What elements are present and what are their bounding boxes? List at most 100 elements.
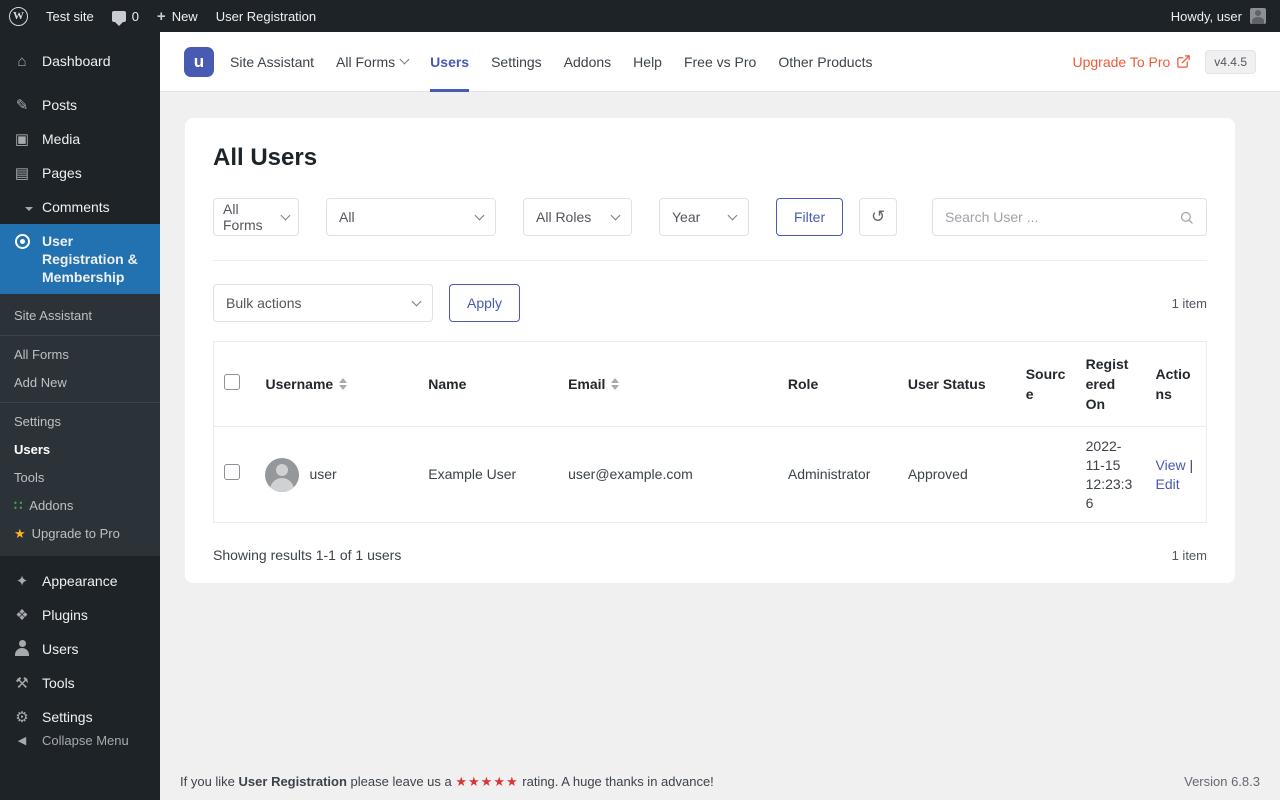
view-link[interactable]: View [1156, 457, 1186, 473]
edit-link[interactable]: Edit [1156, 476, 1180, 492]
reset-filters-button[interactable]: ↺ [859, 198, 898, 236]
sidebar-separator [0, 78, 160, 88]
submenu-site-assistant[interactable]: Site Assistant [0, 302, 160, 330]
column-header-email[interactable]: Email [558, 341, 778, 427]
admin-bar: W Test site 0 + New User Registration Ho… [0, 0, 1280, 32]
sidebar-item-comments[interactable]: Comments [0, 190, 160, 224]
adminbar-avatar[interactable] [1250, 8, 1266, 24]
new-content-menu[interactable]: + New [148, 0, 207, 32]
cell-email: user@example.com [568, 466, 693, 482]
sort-icon[interactable] [611, 378, 620, 390]
cell-source [1016, 427, 1076, 523]
user-registration-logo[interactable]: u [184, 46, 214, 77]
users-icon [12, 639, 32, 659]
users-table: Username Name Email Role User Status Sou… [213, 341, 1207, 523]
cell-role: Administrator [787, 466, 871, 482]
tools-icon: ⚒ [15, 674, 29, 692]
upgrade-to-pro-link[interactable]: Upgrade To Pro [1072, 54, 1191, 70]
plugin-top-nav: u Site Assistant All Forms Users Setting… [160, 32, 1280, 92]
howdy-text[interactable]: Howdy, user [1171, 9, 1242, 24]
sidebar-item-users[interactable]: Users [0, 632, 160, 666]
external-link-icon [1177, 55, 1191, 68]
posts-icon: ✎ [15, 96, 29, 114]
table-header-row: Username Name Email Role User Status Sou… [213, 341, 1207, 427]
tab-addons[interactable]: Addons [564, 32, 611, 92]
all-users-card: All Users All Forms All All Roles Year F… [185, 118, 1235, 583]
item-count: 1 item [1171, 547, 1207, 563]
sort-icon[interactable] [339, 378, 348, 390]
footer-plugin-name: User Registration [238, 774, 347, 789]
sidebar-item-posts[interactable]: ✎ Posts [0, 88, 160, 122]
bulk-actions-row: Bulk actions Apply 1 item [213, 284, 1207, 322]
chevron-down-icon [399, 54, 410, 65]
cell-username: user [309, 466, 337, 482]
role-filter-select[interactable]: All Roles [523, 198, 632, 236]
table-row: user Example User user@example.com Admin… [214, 427, 1207, 523]
column-header-registered-on: Registered On [1075, 341, 1146, 427]
plugins-icon: ❖ [15, 606, 29, 624]
tab-all-forms[interactable]: All Forms [336, 32, 410, 92]
column-header-name: Name [418, 341, 559, 427]
chevron-down-icon [474, 210, 485, 220]
submenu-users[interactable]: Users [0, 436, 160, 464]
wordpress-menu[interactable]: W [0, 0, 37, 32]
sidebar-item-media[interactable]: ▣ Media [0, 122, 160, 156]
sidebar-item-tools[interactable]: ⚒ Tools [0, 666, 160, 700]
sidebar-item-pages[interactable]: ▤ Pages [0, 156, 160, 190]
ur-logo-icon: u [193, 52, 205, 71]
collapse-menu-button[interactable]: ◀ Collapse Menu [0, 724, 160, 758]
tab-site-assistant[interactable]: Site Assistant [230, 32, 314, 92]
sidebar-item-plugins[interactable]: ❖ Plugins [0, 598, 160, 632]
tab-free-vs-pro[interactable]: Free vs Pro [684, 32, 756, 92]
tab-other-products[interactable]: Other Products [778, 32, 872, 92]
upgrade-star-icon: ★ [14, 526, 26, 541]
user-registration-adminbar-link[interactable]: User Registration [207, 0, 325, 32]
column-header-user-status: User Status [897, 341, 1016, 427]
column-header-role: Role [777, 341, 898, 427]
tab-help[interactable]: Help [633, 32, 662, 92]
page-title: All Users [213, 144, 318, 171]
page-footer: If you like User Registration please lea… [180, 774, 1260, 790]
chevron-down-icon [280, 210, 291, 220]
status-filter-select[interactable]: All [326, 198, 496, 236]
item-count: 1 item [1171, 295, 1207, 311]
table-footer-row: Showing results 1-1 of 1 users 1 item [213, 547, 1207, 563]
actions-separator: | [1189, 456, 1194, 473]
select-all-checkbox[interactable] [224, 373, 240, 390]
bulk-actions-select[interactable]: Bulk actions [213, 284, 433, 322]
submenu-divider [0, 402, 160, 403]
user-registration-submenu: Site Assistant All Forms Add New Setting… [0, 294, 160, 556]
form-filter-select[interactable]: All Forms [213, 198, 299, 236]
column-header-username[interactable]: Username [255, 341, 419, 427]
tab-settings[interactable]: Settings [491, 32, 542, 92]
admin-sidebar: ⌂ Dashboard ✎ Posts ▣ Media ▤ Pages Comm… [0, 32, 160, 800]
submenu-settings[interactable]: Settings [0, 408, 160, 436]
submenu-tools[interactable]: Tools [0, 464, 160, 492]
addons-icon: ∷ [14, 498, 24, 513]
rating-stars[interactable]: ★★★★★ [455, 774, 518, 789]
sidebar-item-appearance[interactable]: ✦ Appearance [0, 564, 160, 598]
submenu-add-new[interactable]: Add New [0, 369, 160, 397]
comments-shortcut[interactable]: 0 [103, 0, 148, 32]
search-icon [1180, 211, 1193, 224]
search-input[interactable] [945, 209, 1171, 225]
year-filter-select[interactable]: Year [659, 198, 749, 236]
tab-users[interactable]: Users [430, 32, 469, 92]
comment-count: 0 [131, 8, 139, 24]
site-name-link[interactable]: Test site [37, 0, 103, 32]
status-badge: Approved [907, 466, 968, 482]
row-checkbox[interactable] [224, 464, 240, 480]
content-area: All Users All Forms All All Roles Year F… [160, 92, 1280, 800]
submenu-addons[interactable]: ∷ Addons [0, 492, 160, 520]
submenu-upgrade-to-pro[interactable]: ★ Upgrade to Pro [0, 520, 160, 548]
sidebar-item-dashboard[interactable]: ⌂ Dashboard [0, 44, 160, 78]
apply-button[interactable]: Apply [449, 284, 521, 322]
filter-button[interactable]: Filter [776, 198, 844, 236]
plus-icon: + [156, 7, 166, 25]
wordpress-logo-icon: W [9, 6, 28, 26]
pages-icon: ▤ [14, 164, 30, 182]
sidebar-item-user-registration[interactable]: User Registration & Membership [0, 224, 160, 294]
submenu-all-forms[interactable]: All Forms [0, 341, 160, 369]
dashboard-icon: ⌂ [17, 52, 27, 70]
reset-icon: ↺ [871, 207, 886, 226]
